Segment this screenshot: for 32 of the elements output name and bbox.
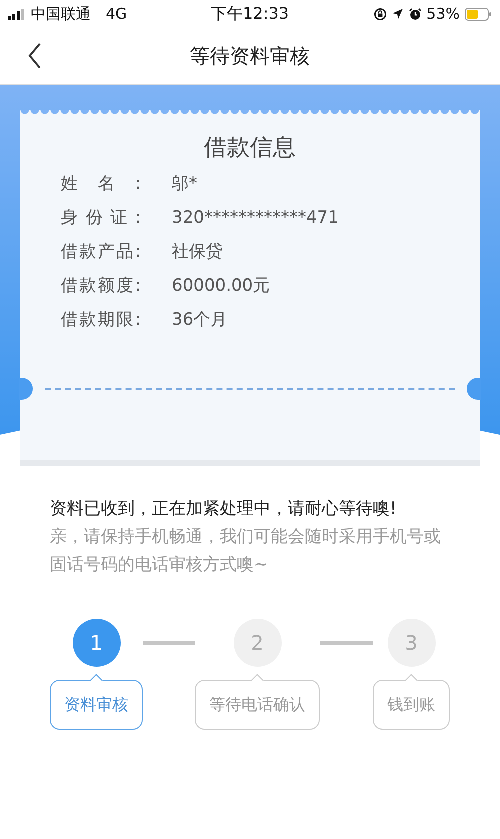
step-number: 3 <box>388 619 436 667</box>
field-label: 姓名: <box>61 173 141 195</box>
hint-text: 亲，请保持手机畅通，我们可能会随时采用手机号或固话号码的电话审核方式噢~ <box>50 526 442 577</box>
step-label: 资料审核 <box>50 673 143 730</box>
clock-time: 下午12:33 <box>210 4 290 24</box>
network-type: 4G <box>106 5 128 23</box>
battery-icon <box>465 8 492 20</box>
step-label: 钱到账 <box>373 673 450 730</box>
rotation-lock-icon <box>374 8 387 20</box>
field-value: 320************471 <box>172 208 339 228</box>
signal-icon <box>8 8 26 20</box>
field-value: 60000.00元 <box>172 275 270 297</box>
field-value: 社保贷 <box>172 241 223 263</box>
page-title: 等待资料审核 <box>190 42 310 70</box>
step-label: 等待电话确认 <box>195 673 320 730</box>
alarm-clock-icon <box>408 8 422 20</box>
location-arrow-icon <box>392 8 404 20</box>
ticket-notch <box>19 378 33 400</box>
back-icon[interactable] <box>28 43 42 69</box>
step-number: 1 <box>72 619 120 667</box>
step-number: 2 <box>234 619 282 667</box>
card-title: 借款信息 <box>203 134 297 163</box>
ticket-notch <box>467 378 481 400</box>
field-label: 借款期限: <box>61 309 141 331</box>
field-value: 邬* <box>172 173 198 195</box>
field-value: 36个月 <box>172 309 228 331</box>
field-label: 借款产品: <box>61 241 141 263</box>
field-label: 身份证: <box>61 207 141 229</box>
field-label: 借款额度: <box>61 275 141 297</box>
status-message: 资料已收到，正在加紧处理中，请耐心等待噢! <box>50 498 398 521</box>
battery-percent: 53% <box>426 5 460 23</box>
carrier-name: 中国联通 <box>31 4 91 24</box>
